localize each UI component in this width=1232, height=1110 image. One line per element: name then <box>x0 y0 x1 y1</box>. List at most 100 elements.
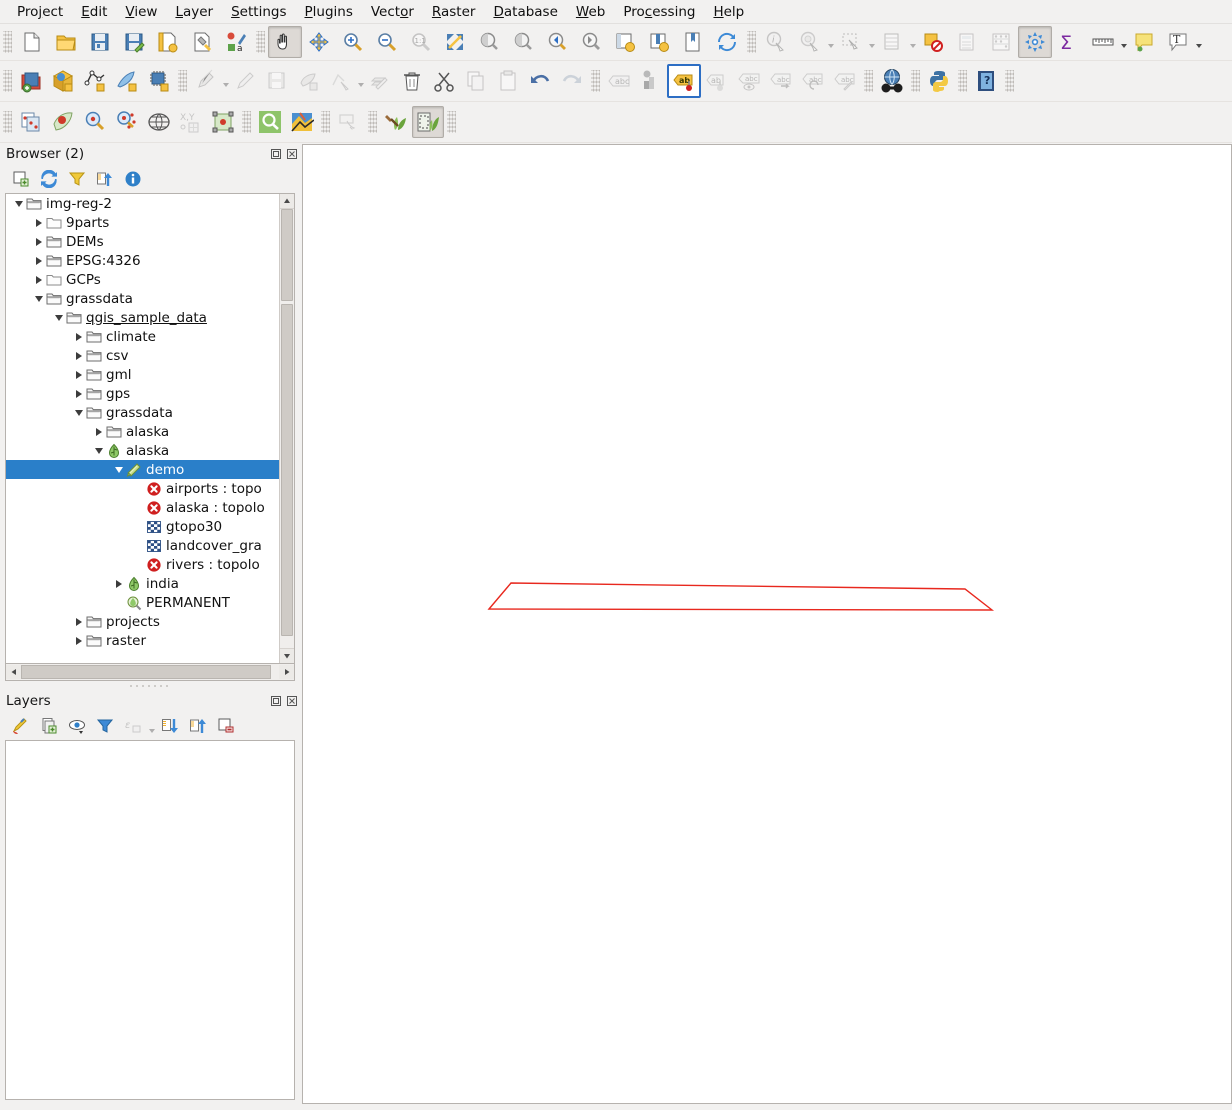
select-rectangle-icon[interactable] <box>333 106 365 138</box>
scroll-right-arrow[interactable] <box>279 665 294 679</box>
toggle-editing-icon[interactable] <box>229 65 261 97</box>
toolbar-grip[interactable] <box>747 31 756 53</box>
chevron-down-icon[interactable] <box>32 289 45 308</box>
filter-expression-caret[interactable] <box>149 728 155 733</box>
redo-icon[interactable] <box>556 65 588 97</box>
chevron-right-icon[interactable] <box>32 232 45 251</box>
browser-tree-item[interactable]: qgis_sample_data <box>6 308 280 327</box>
browser-tree-item[interactable]: PERMANENT <box>6 593 280 612</box>
menu-item-view[interactable]: View <box>116 2 166 22</box>
browser-vertical-scrollbar[interactable] <box>279 194 294 663</box>
add-feature-icon[interactable] <box>293 65 325 97</box>
browser-tree-item[interactable]: india <box>6 574 280 593</box>
remove-layer-icon[interactable] <box>213 713 239 739</box>
toolbar-grip[interactable] <box>3 70 12 92</box>
toolbar-grip[interactable] <box>368 111 377 133</box>
zoom-gcp-icon[interactable] <box>79 106 111 138</box>
zoom-to-selection-icon[interactable] <box>472 26 506 58</box>
browser-tree-item[interactable]: grassdata <box>6 289 280 308</box>
new-project-icon[interactable] <box>15 26 49 58</box>
chevron-down-icon[interactable] <box>52 308 65 327</box>
annotation-icon[interactable] <box>1127 26 1161 58</box>
new-print-layout-icon[interactable] <box>151 26 185 58</box>
zoom-full-icon[interactable] <box>438 26 472 58</box>
float-icon[interactable] <box>269 148 282 161</box>
search-layers-icon[interactable] <box>254 106 286 138</box>
chevron-down-icon[interactable] <box>112 460 125 479</box>
zoom-next-icon[interactable] <box>574 26 608 58</box>
manage-visibility-icon[interactable] <box>64 713 90 739</box>
georeferencer-icon[interactable] <box>15 106 47 138</box>
python-console-icon[interactable] <box>923 65 955 97</box>
chevron-right-icon[interactable] <box>112 574 125 593</box>
browser-tree-item[interactable]: rivers : topolo <box>6 555 280 574</box>
filter-expression-icon[interactable]: ε <box>120 713 146 739</box>
browser-tree-item[interactable]: EPSG:4326 <box>6 251 280 270</box>
new-map-view-icon[interactable] <box>608 26 642 58</box>
save-layer-edits-icon[interactable] <box>261 65 293 97</box>
undo-icon[interactable] <box>524 65 556 97</box>
new-geopackage-layer-icon[interactable] <box>111 65 143 97</box>
field-calculator-icon[interactable] <box>950 26 984 58</box>
float-icon[interactable] <box>269 695 282 708</box>
new-shapefile-layer-icon[interactable] <box>47 65 79 97</box>
cut-features-icon[interactable] <box>428 65 460 97</box>
new-spatialite-layer-icon[interactable] <box>79 65 111 97</box>
measure-line-icon[interactable] <box>1086 26 1120 58</box>
grass-tools-icon[interactable] <box>380 106 412 138</box>
identify-features-icon[interactable]: i <box>759 26 793 58</box>
browser-tree-item[interactable]: alaska <box>6 441 280 460</box>
metasearch-icon[interactable] <box>876 65 908 97</box>
layers-list[interactable] <box>5 740 295 1100</box>
zoom-last-icon[interactable] <box>540 26 574 58</box>
new-memory-layer-icon[interactable] <box>143 65 175 97</box>
browser-tree-item[interactable]: climate <box>6 327 280 346</box>
browser-horizontal-scrollbar[interactable] <box>5 664 295 681</box>
scroll-up-arrow[interactable] <box>280 194 294 209</box>
browser-tree-item[interactable]: gtopo30 <box>6 517 280 536</box>
browser-tree-item[interactable]: GCPs <box>6 270 280 289</box>
toolbar-grip[interactable] <box>911 70 920 92</box>
browser-tree-item[interactable]: alaska : topolo <box>6 498 280 517</box>
globe-icon[interactable] <box>143 106 175 138</box>
chevron-right-icon[interactable] <box>72 384 85 403</box>
toolbar-grip[interactable] <box>3 31 12 53</box>
chevron-right-icon[interactable] <box>72 327 85 346</box>
menu-item-database[interactable]: Database <box>484 2 566 22</box>
browser-tree-item[interactable]: airports : topo <box>6 479 280 498</box>
change-label-icon[interactable]: abc <box>829 65 861 97</box>
layer-labeling-options-icon[interactable]: abc <box>603 65 635 97</box>
menu-item-settings[interactable]: Settings <box>222 2 295 22</box>
toolbar-grip[interactable] <box>256 31 265 53</box>
toolbar-grip[interactable] <box>1005 70 1014 92</box>
browser-tree-item[interactable]: gml <box>6 365 280 384</box>
menu-item-project[interactable]: Project <box>8 2 72 22</box>
menu-item-edit[interactable]: Edit <box>72 2 116 22</box>
gcp-tool-icon[interactable] <box>47 106 79 138</box>
properties-icon[interactable] <box>120 166 146 192</box>
show-bookmarks-icon[interactable] <box>676 26 710 58</box>
layout-manager-icon[interactable]: a <box>219 26 253 58</box>
menu-item-help[interactable]: Help <box>704 2 753 22</box>
browser-tree-item[interactable]: raster <box>6 631 280 650</box>
menu-item-raster[interactable]: Raster <box>423 2 485 22</box>
move-label-icon[interactable]: abc <box>765 65 797 97</box>
zoom-native-icon[interactable]: 1:1 <box>404 26 438 58</box>
browser-tree-item[interactable]: alaska <box>6 422 280 441</box>
save-project-as-icon[interactable] <box>117 26 151 58</box>
copy-features-icon[interactable] <box>460 65 492 97</box>
current-edits-icon[interactable] <box>190 65 222 97</box>
browser-tree-item[interactable]: grassdata <box>6 403 280 422</box>
statistical-summary-icon[interactable] <box>984 26 1018 58</box>
save-project-icon[interactable] <box>83 26 117 58</box>
rotate-label-icon[interactable]: abc <box>797 65 829 97</box>
expand-all-icon[interactable] <box>157 713 183 739</box>
toolbar-grip[interactable] <box>591 70 600 92</box>
collapse-all-icon[interactable] <box>92 166 118 192</box>
highlight-pinned-labels-icon[interactable]: ab <box>667 64 701 98</box>
text-annotation-icon[interactable]: T <box>1161 26 1195 58</box>
scroll-left-arrow[interactable] <box>6 665 21 679</box>
toolbar-grip[interactable] <box>447 111 456 133</box>
new-3d-map-view-icon[interactable] <box>642 26 676 58</box>
text-annotation-dropdown-caret[interactable] <box>1196 43 1202 48</box>
